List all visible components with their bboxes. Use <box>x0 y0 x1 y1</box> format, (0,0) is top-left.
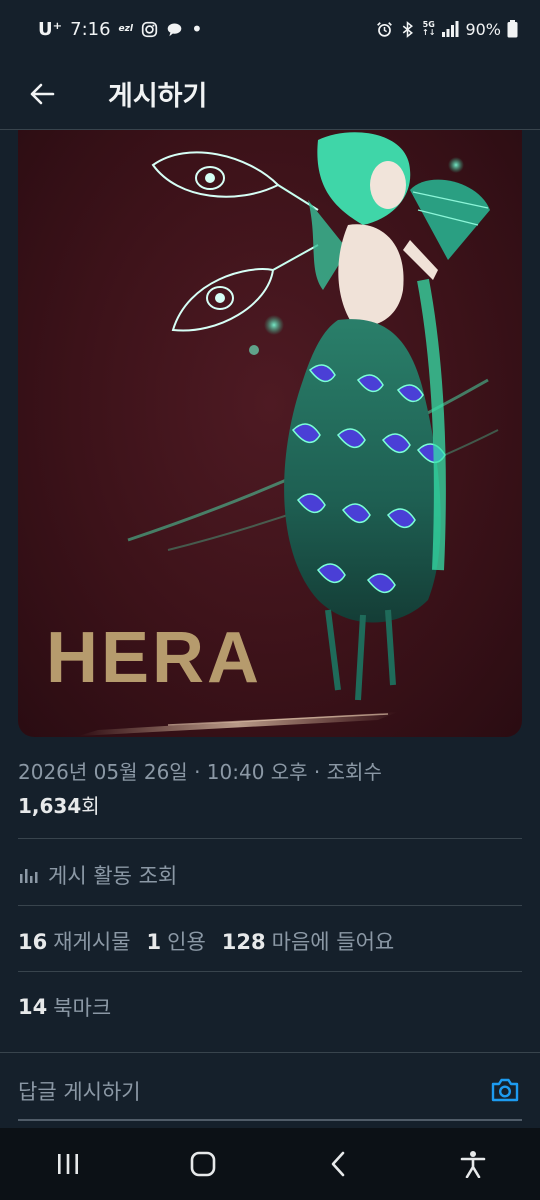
bookmarks-stat[interactable]: 14 북마크 <box>18 987 111 1027</box>
reposts-label: 재게시물 <box>53 930 131 954</box>
feather-eye-top <box>151 151 319 211</box>
view-count-suffix: 회 <box>81 794 100 818</box>
post-image[interactable]: HERA <box>18 130 522 737</box>
ezl-app-icon: ezl <box>118 24 133 34</box>
notification-dot-icon: • <box>190 17 203 41</box>
view-count: 1,634회 <box>18 789 522 823</box>
view-count-number: 1,634 <box>18 794 82 818</box>
instagram-icon <box>141 21 158 37</box>
recent-apps-icon <box>57 1154 78 1174</box>
quotes-label: 인용 <box>167 930 206 954</box>
battery-percent: 90% <box>465 19 501 39</box>
engagement-stats: 16 재게시물 1 인용 128 마음에 들어요 <box>18 921 410 961</box>
arrow-left-icon <box>30 83 55 104</box>
reposts-stat[interactable]: 16 재게시물 <box>18 926 131 956</box>
back-button[interactable] <box>12 64 72 124</box>
battery-icon <box>507 20 518 38</box>
home-icon <box>190 1151 215 1177</box>
home-button[interactable] <box>173 1134 233 1194</box>
likes-count: 128 <box>221 930 266 954</box>
network-type-icon: 5G ↑↓ <box>422 21 435 37</box>
system-nav-bar <box>0 1128 540 1200</box>
reply-input-underline <box>18 1119 522 1121</box>
peacock-fairy-illustration: HERA <box>46 132 499 736</box>
page-title: 게시하기 <box>108 81 208 112</box>
reposts-count: 16 <box>18 930 48 954</box>
divider <box>18 838 522 839</box>
accessibility-icon <box>460 1151 485 1178</box>
alarm-icon <box>377 21 392 37</box>
chat-app-icon <box>167 23 182 36</box>
recent-apps-button[interactable] <box>38 1134 98 1194</box>
feather-eye-bottom <box>171 244 319 332</box>
reply-composer: 답글 게시하기 <box>0 1052 540 1128</box>
accessibility-button[interactable] <box>443 1134 503 1194</box>
clock: 7:16 <box>70 18 111 40</box>
top-app-bar: 게시하기 <box>0 58 540 130</box>
likes-stat[interactable]: 128 마음에 들어요 <box>222 926 394 956</box>
status-bar: U⁺ 7:16 ezl • 5G ↑↓ 90% <box>0 0 540 58</box>
post-meta: 2026년 05월 26일 · 10:40 오후 · 조회수 1,634회 <box>18 755 522 823</box>
carrier-label: U⁺ <box>38 18 63 40</box>
post-activity-label: 게시 활동 조회 <box>48 864 178 888</box>
likes-label: 마음에 들어요 <box>271 930 395 954</box>
back-nav-button[interactable] <box>308 1134 368 1194</box>
signal-icon <box>442 21 459 37</box>
post-activity-link[interactable]: 게시 활동 조회 <box>18 855 177 895</box>
divider <box>18 905 522 906</box>
divider <box>18 971 522 972</box>
chevron-left-icon <box>331 1151 344 1177</box>
network-activity-label: ↑↓ <box>422 28 436 37</box>
post-date: 2026년 05월 26일 · 10:40 오후 · 조회수 <box>18 760 382 784</box>
bookmarks-count: 14 <box>18 995 48 1019</box>
status-left: U⁺ 7:16 ezl • <box>38 19 203 40</box>
status-right: 5G ↑↓ 90% <box>376 20 518 39</box>
bar-chart-icon <box>20 869 38 883</box>
artwork-title: HERA <box>46 618 262 698</box>
quotes-count: 1 <box>146 930 162 954</box>
reply-input[interactable]: 답글 게시하기 <box>18 1071 458 1111</box>
quotes-stat[interactable]: 1 인용 <box>147 926 206 956</box>
bluetooth-icon <box>402 20 414 38</box>
camera-icon[interactable] <box>488 1073 522 1107</box>
bookmarks-label: 북마크 <box>53 996 112 1020</box>
